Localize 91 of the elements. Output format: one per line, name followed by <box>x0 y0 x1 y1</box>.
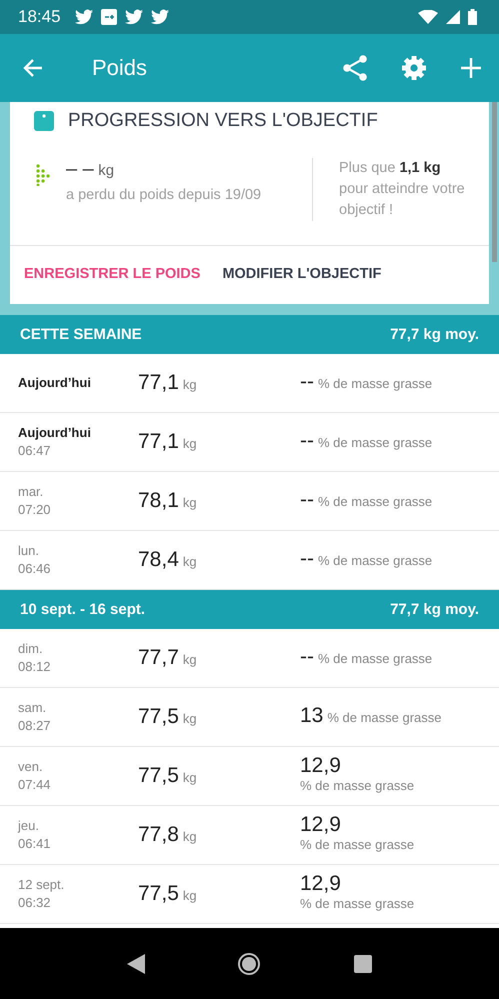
body-fat-label: % de masse grasse <box>318 493 432 511</box>
entry-time: 06:32 <box>18 894 52 912</box>
remaining-text: Plus que 1,1 kg pour atteindre votre objectif ! <box>312 158 469 221</box>
back-arrow-icon[interactable] <box>22 57 44 79</box>
body-fat-label: % de masse grasse <box>300 895 414 913</box>
unit-label: kg <box>182 770 197 785</box>
body-fat-label: % de masse grasse <box>300 777 414 795</box>
weight-entry-row[interactable]: jeu. 06:41 77,8 kg 12,9 % de masse grasse <box>0 806 499 865</box>
body-fat-value: -- <box>300 431 314 451</box>
weight-entry-row[interactable]: ven. 07:44 77,5 kg 12,9 % de masse grasse <box>0 747 499 806</box>
body-fat-label: % de masse grasse <box>318 552 432 570</box>
weight-change-caption: a perdu du poids depuis 19/09 <box>66 187 262 203</box>
entry-day: ven. <box>18 758 138 776</box>
unit-label: kg <box>182 829 197 844</box>
body-fat-value: 12,9 <box>300 874 341 894</box>
weight-value: 77,5 <box>138 882 179 906</box>
bird-icon <box>74 9 93 25</box>
unit-label: kg <box>182 554 197 569</box>
entry-time: 08:27 <box>18 717 52 735</box>
unit-label: kg <box>182 436 197 451</box>
body-fat-value: 12,9 <box>300 756 341 776</box>
body-fat-value: -- <box>300 372 314 392</box>
entry-time: 08:12 <box>18 658 52 676</box>
weight-value: 78,4 <box>138 548 179 572</box>
entry-time: 07:44 <box>18 776 52 794</box>
section-average: 77,7 kg moy. <box>390 601 479 618</box>
weight-entry-row[interactable]: sam. 08:27 77,5 kg 13 % de masse grasse <box>0 688 499 747</box>
entry-day: Aujourd’hui <box>18 424 138 442</box>
body-fat-label: % de masse grasse <box>300 836 414 854</box>
dotted-arrow-icon <box>36 164 50 186</box>
battery-icon <box>468 9 477 25</box>
weight-value: 77,1 <box>138 430 179 454</box>
unit-label: kg <box>98 162 114 179</box>
screen-title: Poids <box>92 55 148 81</box>
bird-icon <box>150 9 169 25</box>
body-fat-label: % de masse grasse <box>318 434 432 452</box>
section-title: 10 sept. - 16 sept. <box>20 601 146 618</box>
weight-value: 77,5 <box>138 764 179 788</box>
log-weight-button[interactable]: ENREGISTRER LE POIDS <box>24 264 200 284</box>
entry-time: 07:20 <box>18 501 52 519</box>
unit-label: kg <box>182 888 197 903</box>
unit-label: kg <box>182 652 197 667</box>
entry-day: 12 sept. <box>18 876 138 894</box>
unit-label: kg <box>182 711 197 726</box>
scroll-thumb[interactable] <box>492 102 497 262</box>
unit-label: kg <box>182 495 197 510</box>
weight-entry-row[interactable]: 12 sept. 06:32 77,5 kg 12,9 % de masse grasse <box>0 865 499 924</box>
recents-icon[interactable] <box>354 954 372 972</box>
entry-time: 06:46 <box>18 560 52 578</box>
app-icon <box>100 9 117 25</box>
home-icon[interactable] <box>238 952 260 974</box>
settings-icon[interactable] <box>401 55 427 81</box>
section-title: CETTE SEMAINE <box>20 326 142 343</box>
clock: 18:45 <box>18 7 61 27</box>
entry-time: 06:41 <box>18 835 52 853</box>
body-fat-label: % de masse grasse <box>327 709 442 727</box>
card-title: PROGRESSION VERS L'OBJECTIF <box>68 110 378 132</box>
wifi-icon <box>418 10 438 24</box>
weight-entry-row[interactable]: dim. 08:12 77,7 kg -- % de masse grasse <box>0 629 499 688</box>
entry-day: mar. <box>18 483 138 501</box>
add-icon[interactable] <box>461 58 481 78</box>
weight-value: 78,1 <box>138 489 179 513</box>
weight-entry-row[interactable]: Aujourd’hui 06:47 77,1 kg -- % de masse grasse <box>0 413 499 472</box>
weight-value: 77,8 <box>138 823 179 847</box>
share-icon[interactable] <box>343 55 367 81</box>
entry-day: sam. <box>18 699 138 717</box>
weight-value: 77,5 <box>138 705 179 729</box>
body-fat-value: -- <box>300 647 314 667</box>
entry-day: jeu. <box>18 817 138 835</box>
body-fat-value: 12,9 <box>300 815 341 835</box>
scale-icon <box>34 111 54 131</box>
entry-day: dim. <box>18 640 138 658</box>
body-fat-value: -- <box>300 549 314 569</box>
weight-entry-row[interactable]: mar. 07:20 78,1 kg -- % de masse grasse <box>0 472 499 531</box>
body-fat-value: 13 <box>300 706 324 726</box>
weight-value: 77,1 <box>138 371 179 395</box>
body-fat-label: % de masse grasse <box>318 650 432 668</box>
weight-entry-row[interactable]: Aujourd’hui 77,1 kg -- % de masse grasse <box>0 354 499 413</box>
weight-change-value: – – <box>66 158 94 180</box>
section-average: 77,7 kg moy. <box>390 326 479 343</box>
back-icon[interactable] <box>126 954 145 974</box>
bird-icon <box>124 9 143 25</box>
entry-day: lun. <box>18 542 138 560</box>
signal-icon <box>446 10 460 24</box>
weight-value: 77,7 <box>138 646 179 670</box>
entry-time: 06:47 <box>18 442 52 460</box>
edit-goal-button[interactable]: MODIFIER L'OBJECTIF <box>222 264 382 284</box>
entry-day: Aujourd’hui <box>18 374 138 392</box>
body-fat-value: -- <box>300 490 314 510</box>
body-fat-label: % de masse grasse <box>318 375 432 393</box>
unit-label: kg <box>182 377 197 392</box>
